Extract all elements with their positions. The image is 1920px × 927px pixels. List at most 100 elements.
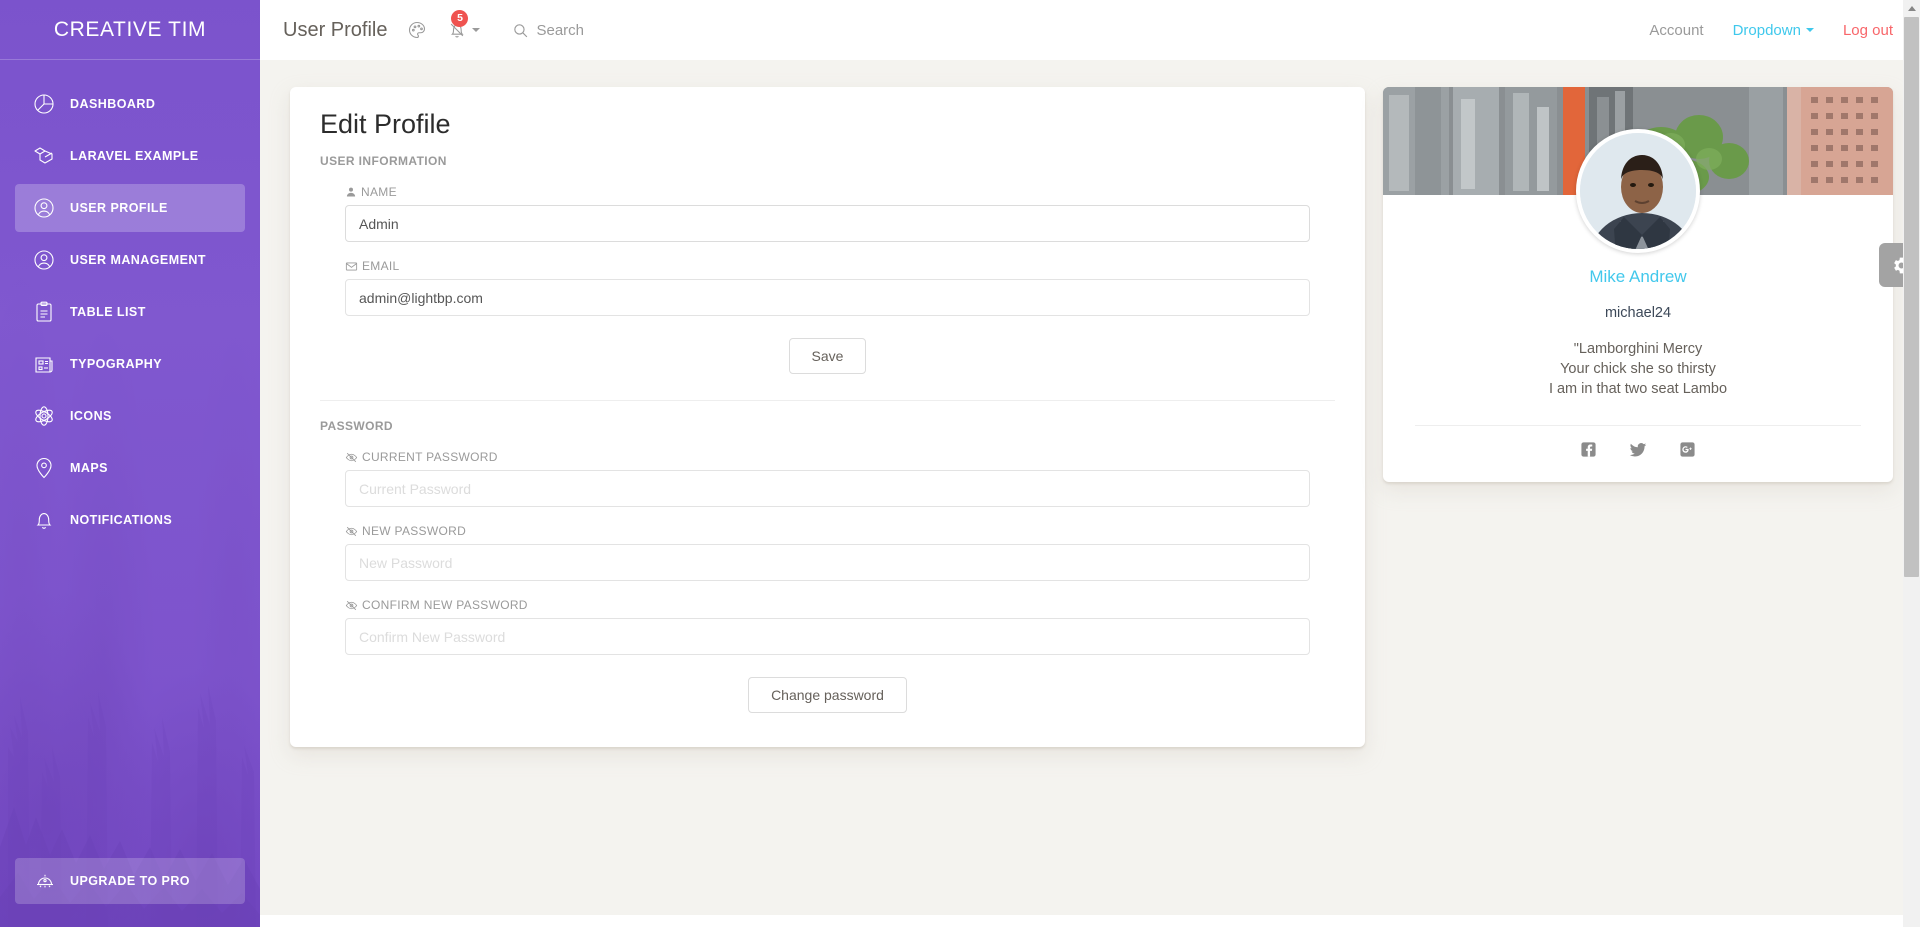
profile-name[interactable]: Mike Andrew [1403, 267, 1873, 287]
sidebar-item-icons[interactable]: Icons [15, 392, 245, 440]
facebook-icon[interactable] [1580, 441, 1597, 464]
user-information-label: User Information [320, 154, 447, 168]
form-divider [320, 400, 1335, 401]
user-circle-icon [32, 196, 70, 220]
new-password-input[interactable] [345, 544, 1310, 581]
log-out-link[interactable]: Log out [1843, 22, 1893, 39]
edit-profile-card: Edit Profile User Information Name [290, 87, 1365, 747]
profile-divider [1415, 425, 1861, 426]
user-information-form: Name Email Save [320, 185, 1335, 374]
change-password-button-row: Change password [345, 677, 1310, 713]
confirm-password-label: Confirm New Password [345, 598, 1310, 612]
pie-chart-icon [32, 92, 70, 116]
search-icon [514, 23, 528, 37]
avatar [1576, 129, 1700, 253]
sidebar-item-label: Laravel example [70, 149, 199, 163]
current-password-label-text: Current Password [362, 450, 498, 464]
new-password-group: New Password [345, 524, 1310, 581]
upgrade-to-pro-label: Upgrade to pro [70, 874, 190, 888]
quote-line: "Lamborghini Mercy [1573, 341, 1703, 357]
envelope-icon [345, 262, 358, 270]
page-title: User Profile [283, 18, 388, 41]
chevron-down-icon [1805, 28, 1814, 32]
save-button[interactable]: Save [788, 338, 867, 374]
current-password-label: Current Password [345, 450, 1310, 464]
page-footer [260, 915, 1920, 927]
scrollbar-up-button[interactable] [1903, 0, 1920, 17]
quote-line: I am in that two seat Lambo [1548, 381, 1728, 397]
name-label-text: Name [361, 185, 397, 199]
main-area: User Profile 5 Search Account Dropdown L… [260, 0, 1920, 927]
top-navbar: User Profile 5 Search Account Dropdown L… [260, 0, 1920, 60]
sidebar-item-label: Dashboard [70, 97, 156, 111]
page-scrollbar[interactable] [1903, 0, 1920, 927]
change-password-button[interactable]: Change password [748, 677, 907, 713]
bell-icon [32, 508, 70, 532]
google-plus-icon[interactable] [1679, 441, 1696, 464]
profile-body: Mike Andrew michael24 "Lamborghini Mercy… [1383, 129, 1893, 482]
confirm-password-label-text: Confirm New Password [362, 598, 528, 612]
newspaper-icon [32, 352, 70, 376]
new-password-label: New Password [345, 524, 1310, 538]
sidebar-item-user-profile[interactable]: User profile [15, 184, 245, 232]
profile-card: Mike Andrew michael24 "Lamborghini Mercy… [1383, 87, 1893, 482]
social-links [1403, 441, 1873, 464]
palette-icon[interactable] [407, 20, 427, 40]
search-label: Search [536, 21, 585, 39]
password-section-label: Password [320, 419, 393, 433]
sidebar-item-maps[interactable]: Maps [15, 444, 245, 492]
brand-logo[interactable]: CREATIVE TIM [0, 0, 260, 60]
sidebar-nav: Dashboard Laravel example [0, 60, 260, 544]
dropdown-link[interactable]: Dropdown [1733, 22, 1814, 39]
notifications-button[interactable]: 5 [447, 10, 481, 40]
eye-slash-icon [345, 452, 358, 462]
navbar-right-links: Account Dropdown Log out [1649, 22, 1893, 39]
eye-slash-icon [345, 600, 358, 610]
clipboard-list-icon [32, 300, 70, 324]
sidebar-item-laravel-example[interactable]: Laravel example [15, 132, 245, 180]
laravel-icon [32, 144, 70, 168]
profile-handle: michael24 [1604, 305, 1672, 321]
account-link[interactable]: Account [1649, 22, 1703, 39]
email-label-text: Email [362, 259, 400, 273]
sidebar-item-label: User profile [70, 201, 168, 215]
edit-profile-title: Edit Profile [320, 109, 451, 139]
eye-slash-icon [345, 526, 358, 536]
app-root: CREATIVE TIM Dashboard [0, 0, 1920, 927]
map-pin-icon [32, 456, 70, 480]
sidebar-item-dashboard[interactable]: Dashboard [15, 80, 245, 128]
sidebar-item-typography[interactable]: Typography [15, 340, 245, 388]
sidebar-item-table-list[interactable]: Table List [15, 288, 245, 336]
new-password-label-text: New Password [362, 524, 467, 538]
twitter-icon[interactable] [1629, 441, 1647, 464]
sidebar-item-label: User Management [70, 253, 206, 267]
content-area: Edit Profile User Information Name [260, 60, 1920, 915]
users-circle-icon [32, 248, 70, 272]
profile-quote: "Lamborghini Mercy Your chick she so thi… [1403, 339, 1873, 399]
confirm-password-input[interactable] [345, 618, 1310, 655]
confirm-password-group: Confirm New Password [345, 598, 1310, 655]
email-field-group: Email [345, 259, 1310, 316]
chevron-up-icon [1907, 6, 1916, 11]
scrollbar-thumb[interactable] [1904, 17, 1919, 577]
sidebar-item-label: Icons [70, 409, 112, 423]
bell-dome-icon [32, 868, 70, 894]
upgrade-to-pro-button[interactable]: Upgrade to pro [15, 858, 245, 904]
search-button[interactable]: Search [512, 22, 584, 39]
sidebar-item-user-management[interactable]: User Management [15, 236, 245, 284]
atom-icon [32, 404, 70, 428]
name-input[interactable] [345, 205, 1310, 242]
sidebar-item-notifications[interactable]: Notifications [15, 496, 245, 544]
user-icon [346, 187, 356, 197]
sidebar-item-label: Maps [70, 461, 108, 475]
name-label: Name [345, 185, 1310, 199]
chevron-down-icon [472, 28, 481, 32]
save-button-row: Save [345, 338, 1310, 374]
email-input[interactable] [345, 279, 1310, 316]
current-password-group: Current Password [345, 450, 1310, 507]
quote-line: Your chick she so thirsty [1560, 361, 1716, 377]
current-password-input[interactable] [345, 470, 1310, 507]
sidebar-item-label: Table List [70, 305, 146, 319]
sidebar-item-label: Typography [70, 357, 163, 371]
password-form: Current Password New Password [320, 450, 1335, 713]
